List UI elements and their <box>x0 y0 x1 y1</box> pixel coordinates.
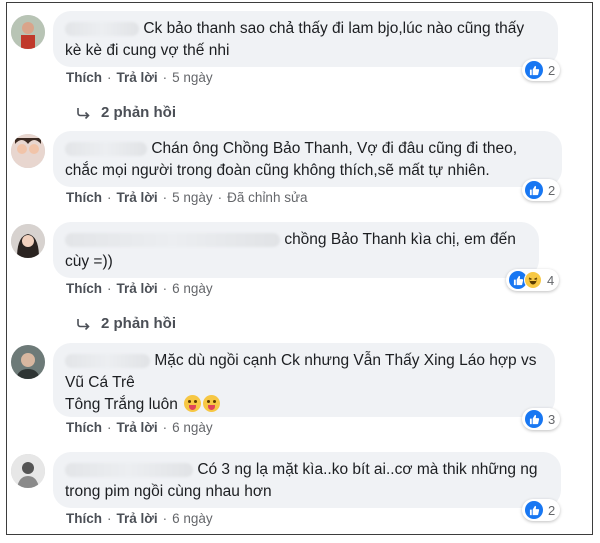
timestamp[interactable]: 5 ngày <box>172 190 213 205</box>
replies-count-label: 2 phản hồi <box>101 104 176 121</box>
thumbs-up-icon <box>525 501 543 519</box>
reply-arrow-icon <box>77 107 90 119</box>
blurred-author-name <box>65 141 147 156</box>
reply-link[interactable]: Trả lời <box>117 190 158 205</box>
tongue-out-emoji-icon <box>203 395 221 412</box>
comment-text-line: cùy =)) <box>65 253 113 270</box>
reply-link[interactable]: Trả lời <box>117 420 158 435</box>
comment-text-line: Mặc dù ngồi cạnh Ck nhưng Vẫn Thấy Xing … <box>154 352 537 369</box>
avatar[interactable] <box>11 134 45 168</box>
thumbs-up-icon <box>525 181 543 199</box>
comment-text-line: Chán ông Chồng Bảo Thanh, Vợ đi đâu cũng… <box>151 140 518 157</box>
edited-label[interactable]: Đã chỉnh sửa <box>227 190 307 205</box>
blurred-author-name <box>65 462 193 477</box>
avatar[interactable] <box>11 345 45 379</box>
avatar[interactable] <box>11 224 45 258</box>
comment-bubble: Mặc dù ngồi cạnh Ck nhưng Vẫn Thấy Xing … <box>53 343 555 417</box>
reaction-count: 4 <box>547 272 555 288</box>
comment-actions: Thích · Trả lời · 5 ngày · Đã chỉnh sửa <box>66 190 308 205</box>
comment-bubble: Có 3 ng lạ mặt kìa..ko bít ai..cơ mà thi… <box>53 452 561 508</box>
reaction-summary[interactable]: 4 <box>506 269 560 291</box>
like-link[interactable]: Thích <box>66 281 102 296</box>
comment-text-line: Tông Trắng luôn <box>65 396 178 413</box>
reaction-summary[interactable]: 2 <box>522 179 561 201</box>
comment-text-line: chắc mọi người trong đoàn cũng không thí… <box>65 162 490 179</box>
comment-text-line: chồng Bảo Thanh kìa chị, em đến <box>284 231 516 248</box>
comment-actions: Thích · Trả lời · 5 ngày <box>66 70 213 85</box>
comment-actions: Thích · Trả lời · 6 ngày <box>66 281 213 296</box>
reaction-summary[interactable]: 3 <box>522 408 561 430</box>
reaction-count: 3 <box>548 411 556 427</box>
comment-text-line: trong pim ngồi cùng nhau hơn <box>65 483 272 500</box>
timestamp[interactable]: 6 ngày <box>172 420 213 435</box>
blurred-author-name <box>65 232 280 247</box>
comment-bubble: Chán ông Chồng Bảo Thanh, Vợ đi đâu cũng… <box>53 131 562 187</box>
thumbs-up-icon <box>525 61 543 79</box>
view-replies-link[interactable]: 2 phản hồi <box>77 315 176 332</box>
like-link[interactable]: Thích <box>66 420 102 435</box>
comment-actions: Thích · Trả lời · 6 ngày <box>66 420 213 435</box>
avatar[interactable] <box>11 454 45 488</box>
comments-panel: Ck bảo thanh sao chả thấy đi lam bjo,lúc… <box>6 2 593 535</box>
avatar[interactable] <box>11 15 45 49</box>
laughing-face-icon <box>524 271 542 289</box>
comment-text-line: Vũ Cá Trê <box>65 374 135 391</box>
reaction-count: 2 <box>548 182 556 198</box>
like-link[interactable]: Thích <box>66 511 102 526</box>
reply-link[interactable]: Trả lời <box>117 511 158 526</box>
reply-link[interactable]: Trả lời <box>117 281 158 296</box>
comment-text-line: Ck bảo thanh sao chả thấy đi lam bjo,lúc… <box>143 20 525 37</box>
reaction-summary[interactable]: 2 <box>522 499 561 521</box>
comment-actions: Thích · Trả lời · 6 ngày <box>66 511 213 526</box>
comment-text-line: Có 3 ng lạ mặt kìa..ko bít ai..cơ mà thi… <box>197 461 538 478</box>
like-link[interactable]: Thích <box>66 190 102 205</box>
reaction-summary[interactable]: 2 <box>522 59 561 81</box>
timestamp[interactable]: 6 ngày <box>172 281 213 296</box>
comment-bubble: chồng Bảo Thanh kìa chị, em đến cùy =)) <box>53 222 539 278</box>
view-replies-link[interactable]: 2 phản hồi <box>77 104 176 121</box>
like-link[interactable]: Thích <box>66 70 102 85</box>
reply-link[interactable]: Trả lời <box>117 70 158 85</box>
blurred-author-name <box>65 353 150 368</box>
thumbs-up-icon <box>525 410 543 428</box>
replies-count-label: 2 phản hồi <box>101 315 176 332</box>
comment-bubble: Ck bảo thanh sao chả thấy đi lam bjo,lúc… <box>53 11 558 67</box>
reply-arrow-icon <box>77 318 90 330</box>
timestamp[interactable]: 6 ngày <box>172 511 213 526</box>
timestamp[interactable]: 5 ngày <box>172 70 213 85</box>
blurred-author-name <box>65 21 139 36</box>
reaction-count: 2 <box>548 62 556 78</box>
tongue-out-emoji-icon <box>184 395 202 412</box>
reaction-count: 2 <box>548 502 556 518</box>
comment-text-line: kè kè đi cung vợ thế nhi <box>65 42 230 59</box>
